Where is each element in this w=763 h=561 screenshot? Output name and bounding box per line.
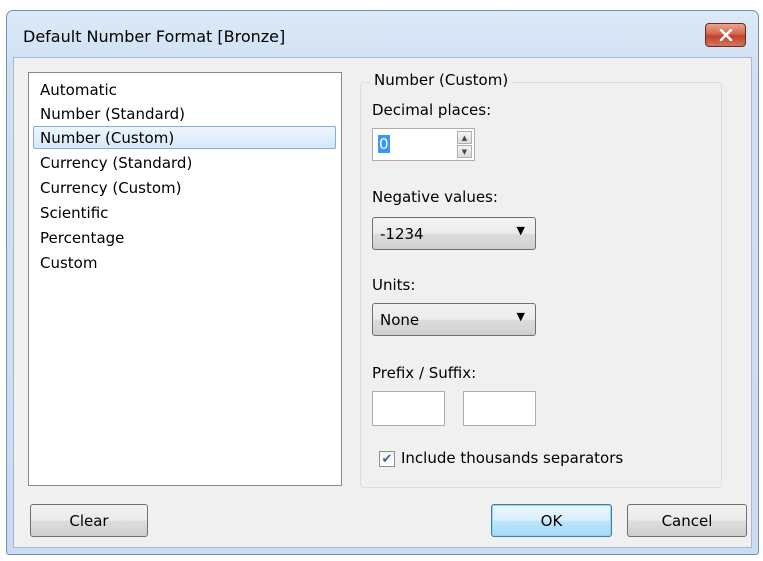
list-item-custom[interactable]: Custom: [33, 251, 336, 274]
negative-values-selected: -1234: [380, 225, 424, 243]
decimal-places-spinner[interactable]: 0 ▲ ▼: [372, 128, 475, 161]
spin-up-button[interactable]: ▲: [457, 131, 472, 144]
list-item-percentage[interactable]: Percentage: [33, 226, 336, 249]
dialog-title: Default Number Format [Bronze]: [23, 27, 286, 46]
clear-button[interactable]: Clear: [30, 504, 148, 537]
checkmark-icon: ✔: [381, 451, 393, 467]
list-item-number-custom[interactable]: Number (Custom): [33, 126, 336, 149]
negative-values-dropdown[interactable]: -1234 ▼: [372, 217, 536, 250]
cancel-button[interactable]: Cancel: [627, 504, 747, 537]
decimal-places-value[interactable]: 0: [378, 135, 390, 153]
spin-down-button[interactable]: ▼: [457, 145, 472, 158]
group-title: Number (Custom): [370, 71, 513, 89]
ok-button-label: OK: [540, 511, 563, 530]
list-item-automatic[interactable]: Automatic: [33, 78, 336, 101]
dropdown-arrow-icon: ▼: [516, 310, 525, 323]
prefix-suffix-label: Prefix / Suffix:: [372, 364, 477, 382]
suffix-input[interactable]: [463, 391, 536, 426]
clear-button-label: Clear: [69, 511, 109, 530]
thousands-separator-label[interactable]: Include thousands separators: [401, 449, 623, 467]
dialog-body: Automatic Number (Standard) Number (Cust…: [13, 57, 752, 548]
dropdown-arrow-icon: ▼: [516, 224, 525, 237]
decimal-places-label: Decimal places:: [372, 101, 492, 119]
ok-button[interactable]: OK: [491, 504, 612, 537]
number-format-dialog: Default Number Format [Bronze] Automatic…: [6, 10, 759, 555]
list-item-scientific[interactable]: Scientific: [33, 201, 336, 224]
format-list[interactable]: Automatic Number (Standard) Number (Cust…: [28, 72, 342, 486]
cancel-button-label: Cancel: [661, 511, 713, 530]
units-label: Units:: [372, 276, 416, 294]
close-icon: [719, 29, 732, 41]
units-dropdown[interactable]: None ▼: [372, 303, 536, 336]
list-item-number-standard[interactable]: Number (Standard): [33, 102, 336, 125]
prefix-input[interactable]: [372, 391, 445, 426]
list-item-currency-standard[interactable]: Currency (Standard): [33, 151, 336, 174]
negative-values-label: Negative values:: [372, 188, 498, 206]
close-button[interactable]: [705, 23, 746, 47]
list-item-currency-custom[interactable]: Currency (Custom): [33, 176, 336, 199]
arrow-down-icon: ▼: [461, 147, 468, 156]
title-bar: Default Number Format [Bronze]: [7, 11, 758, 57]
units-selected: None: [380, 311, 420, 329]
thousands-separator-checkbox[interactable]: ✔: [379, 451, 395, 467]
arrow-up-icon: ▲: [461, 133, 468, 142]
